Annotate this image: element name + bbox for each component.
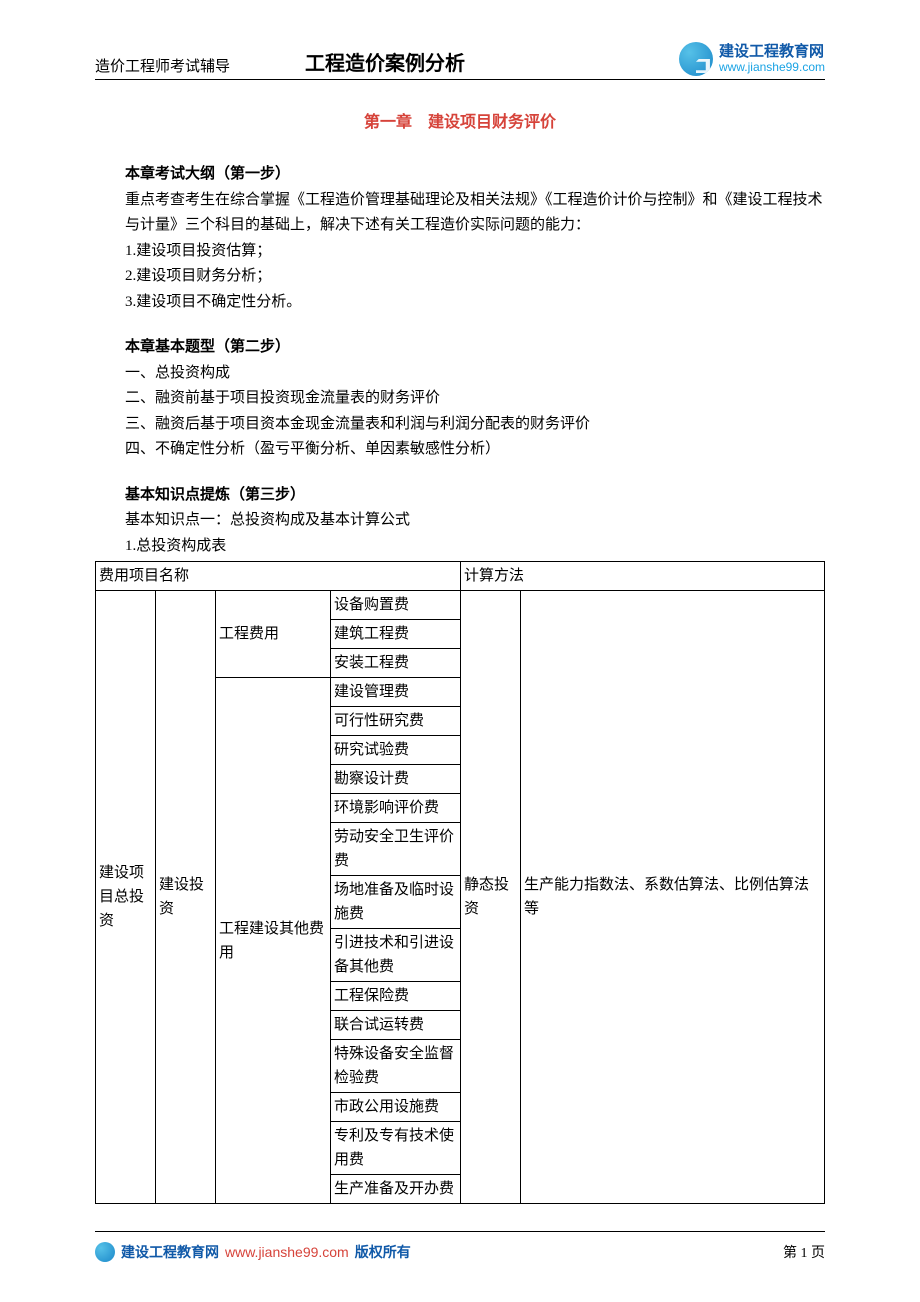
logo-cn: 建设工程教育网: [719, 44, 825, 61]
cell-item: 设备购置费: [331, 591, 461, 620]
header-title: 工程造价案例分析: [270, 47, 679, 76]
th-method: 计算方法: [461, 562, 825, 591]
cell-build-invest: 建设投资: [156, 591, 216, 1204]
cell-item: 专利及专有技术使用费: [331, 1122, 461, 1175]
cell-item: 联合试运转费: [331, 1011, 461, 1040]
cell-eng-cost: 工程费用: [216, 591, 331, 678]
logo-url: www.jianshe99.com: [719, 61, 825, 74]
sec1-intro: 重点考查考生在综合掌握《工程造价管理基础理论及相关法规》《工程造价计价与控制》和…: [125, 188, 825, 239]
globe-icon: [95, 1242, 115, 1262]
section-outline: 本章考试大纲（第一步） 重点考查考生在综合掌握《工程造价管理基础理论及相关法规》…: [95, 162, 825, 315]
header-logo: 建设工程教育网 www.jianshe99.com: [679, 42, 825, 76]
cell-item: 可行性研究费: [331, 707, 461, 736]
footer-url: www.jianshe99.com: [225, 1244, 349, 1260]
cell-item: 场地准备及临时设施费: [331, 876, 461, 929]
logo-text: 建设工程教育网 www.jianshe99.com: [719, 44, 825, 74]
section-types: 本章基本题型（第二步） 一、总投资构成 二、融资前基于项目投资现金流量表的财务评…: [95, 335, 825, 463]
cell-static: 静态投资: [461, 591, 521, 1204]
cell-total-invest: 建设项目总投资: [96, 591, 156, 1204]
page-number: 第 1 页: [783, 1242, 825, 1262]
footer-copy: 版权所有: [355, 1242, 411, 1262]
page-header: 造价工程师考试辅导 工程造价案例分析 建设工程教育网 www.jianshe99…: [95, 42, 825, 80]
table-header-row: 费用项目名称 计算方法: [96, 562, 825, 591]
cell-item: 安装工程费: [331, 649, 461, 678]
cell-item: 劳动安全卫生评价费: [331, 823, 461, 876]
cell-item: 研究试验费: [331, 736, 461, 765]
sec1-item1: 1.建设项目投资估算；: [125, 239, 825, 265]
cell-item: 引进技术和引进设备其他费: [331, 929, 461, 982]
cell-other-cost: 工程建设其他费用: [216, 678, 331, 1204]
page-footer: 建设工程教育网 www.jianshe99.com 版权所有 第 1 页: [95, 1231, 825, 1262]
header-left-text: 造价工程师考试辅导: [95, 55, 270, 76]
cell-item: 特殊设备安全监督检验费: [331, 1040, 461, 1093]
th-name: 费用项目名称: [96, 562, 461, 591]
cell-item: 工程保险费: [331, 982, 461, 1011]
sec2-item2: 二、融资前基于项目投资现金流量表的财务评价: [125, 386, 825, 412]
section-knowledge: 基本知识点提炼（第三步） 基本知识点一：总投资构成及基本计算公式 1.总投资构成…: [95, 483, 825, 560]
sec3-sub: 基本知识点一：总投资构成及基本计算公式: [125, 508, 825, 534]
table-row: 建设项目总投资 建设投资 工程费用 设备购置费 静态投资 生产能力指数法、系数估…: [96, 591, 825, 620]
cell-item: 生产准备及开办费: [331, 1175, 461, 1204]
cell-item: 勘察设计费: [331, 765, 461, 794]
cell-item: 建筑工程费: [331, 620, 461, 649]
sec1-item2: 2.建设项目财务分析；: [125, 264, 825, 290]
cell-item: 环境影响评价费: [331, 794, 461, 823]
footer-site: 建设工程教育网: [121, 1242, 219, 1262]
sec3-tabtitle: 1.总投资构成表: [125, 534, 825, 560]
sec2-item4: 四、不确定性分析（盈亏平衡分析、单因素敏感性分析）: [125, 437, 825, 463]
cell-item: 建设管理费: [331, 678, 461, 707]
globe-icon: [679, 42, 713, 76]
chapter-title: 第一章 建设项目财务评价: [95, 108, 825, 132]
investment-table: 费用项目名称 计算方法 建设项目总投资 建设投资 工程费用 设备购置费 静态投资…: [95, 561, 825, 1204]
sec1-head: 本章考试大纲（第一步）: [125, 162, 825, 188]
content: 本章考试大纲（第一步） 重点考查考生在综合掌握《工程造价管理基础理论及相关法规》…: [95, 162, 825, 1204]
sec2-head: 本章基本题型（第二步）: [125, 335, 825, 361]
sec1-item3: 3.建设项目不确定性分析。: [125, 290, 825, 316]
cell-method: 生产能力指数法、系数估算法、比例估算法等: [521, 591, 825, 1204]
footer-left: 建设工程教育网 www.jianshe99.com 版权所有: [95, 1242, 411, 1262]
sec2-item1: 一、总投资构成: [125, 361, 825, 387]
cell-item: 市政公用设施费: [331, 1093, 461, 1122]
sec3-head: 基本知识点提炼（第三步）: [125, 483, 825, 509]
sec2-item3: 三、融资后基于项目资本金现金流量表和利润与利润分配表的财务评价: [125, 412, 825, 438]
